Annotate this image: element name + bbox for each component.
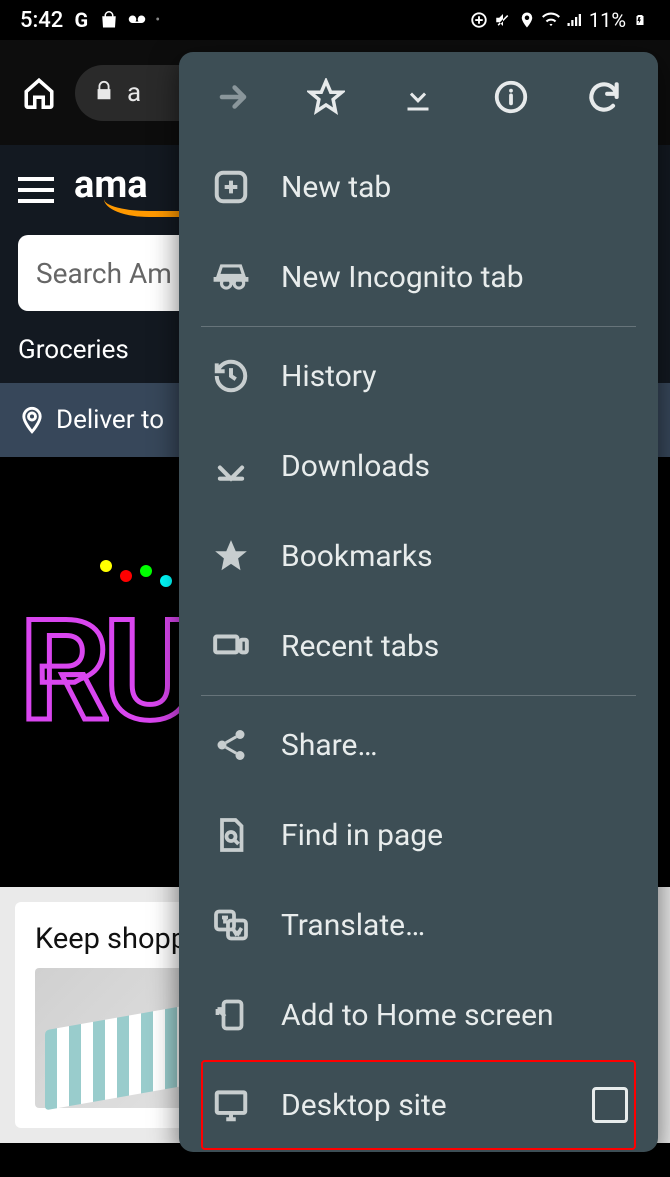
shopping-bag-icon bbox=[99, 10, 119, 30]
menu-item-share[interactable]: Share… bbox=[201, 700, 636, 790]
add-to-home-icon bbox=[209, 993, 253, 1037]
desktop-site-checkbox[interactable] bbox=[592, 1087, 628, 1123]
menu-item-new-tab[interactable]: New tab bbox=[201, 142, 636, 232]
menu-item-desktop-site[interactable]: Desktop site bbox=[201, 1060, 636, 1150]
menu-label: Share… bbox=[281, 728, 628, 763]
menu-item-find-in-page[interactable]: Find in page bbox=[201, 790, 636, 880]
menu-label: New Incognito tab bbox=[281, 260, 628, 295]
incognito-icon bbox=[209, 255, 253, 299]
menu-label: Recent tabs bbox=[281, 629, 628, 664]
menu-item-downloads[interactable]: Downloads bbox=[201, 421, 636, 511]
menu-label: Find in page bbox=[281, 818, 628, 853]
menu-item-incognito[interactable]: New Incognito tab bbox=[201, 232, 636, 322]
menu-item-history[interactable]: History bbox=[201, 331, 636, 421]
signal-icon bbox=[565, 10, 585, 30]
status-bar: 5:42 G • 11% bbox=[0, 0, 670, 40]
voicemail-icon bbox=[127, 10, 147, 30]
status-time: 5:42 bbox=[20, 8, 63, 33]
browser-home-button[interactable] bbox=[15, 69, 63, 117]
menu-label: Desktop site bbox=[281, 1088, 564, 1123]
menu-label: Downloads bbox=[281, 449, 628, 484]
more-dot-icon: • bbox=[155, 12, 160, 28]
menu-item-add-to-home[interactable]: Add to Home screen bbox=[201, 970, 636, 1060]
bookmark-star-button[interactable] bbox=[292, 63, 360, 131]
battery-icon bbox=[630, 10, 650, 30]
search-placeholder: Search Am bbox=[36, 257, 172, 290]
battery-pct: 11% bbox=[589, 8, 626, 32]
desktop-site-icon bbox=[209, 1083, 253, 1127]
hero-text: RU bbox=[20, 590, 190, 754]
recent-tabs-icon bbox=[209, 624, 253, 668]
share-icon bbox=[209, 723, 253, 767]
menu-label: Add to Home screen bbox=[281, 998, 628, 1033]
menu-label: New tab bbox=[281, 170, 628, 205]
chrome-menu: New tab New Incognito tab History Downlo… bbox=[179, 52, 658, 1152]
download-button[interactable] bbox=[384, 63, 452, 131]
translate-icon bbox=[209, 903, 253, 947]
bookmarks-icon bbox=[209, 534, 253, 578]
hamburger-icon[interactable] bbox=[18, 177, 54, 203]
menu-label: Translate… bbox=[281, 908, 628, 943]
menu-item-translate[interactable]: Translate… bbox=[201, 880, 636, 970]
forward-button[interactable] bbox=[199, 63, 267, 131]
url-text: a bbox=[127, 78, 141, 108]
menu-item-recent-tabs[interactable]: Recent tabs bbox=[201, 601, 636, 691]
info-button[interactable] bbox=[477, 63, 545, 131]
new-tab-icon bbox=[209, 165, 253, 209]
lock-icon bbox=[93, 80, 115, 106]
find-in-page-icon bbox=[209, 813, 253, 857]
menu-label: History bbox=[281, 359, 628, 394]
location-icon bbox=[517, 10, 537, 30]
menu-label: Bookmarks bbox=[281, 539, 628, 574]
mute-icon bbox=[493, 10, 513, 30]
data-saver-icon bbox=[469, 10, 489, 30]
wifi-icon bbox=[541, 10, 561, 30]
menu-item-bookmarks[interactable]: Bookmarks bbox=[201, 511, 636, 601]
menu-divider bbox=[201, 326, 636, 327]
downloads-icon bbox=[209, 444, 253, 488]
reload-button[interactable] bbox=[570, 63, 638, 131]
menu-icon-row bbox=[179, 52, 658, 142]
google-icon: G bbox=[71, 10, 91, 30]
history-icon bbox=[209, 354, 253, 398]
menu-divider bbox=[201, 695, 636, 696]
